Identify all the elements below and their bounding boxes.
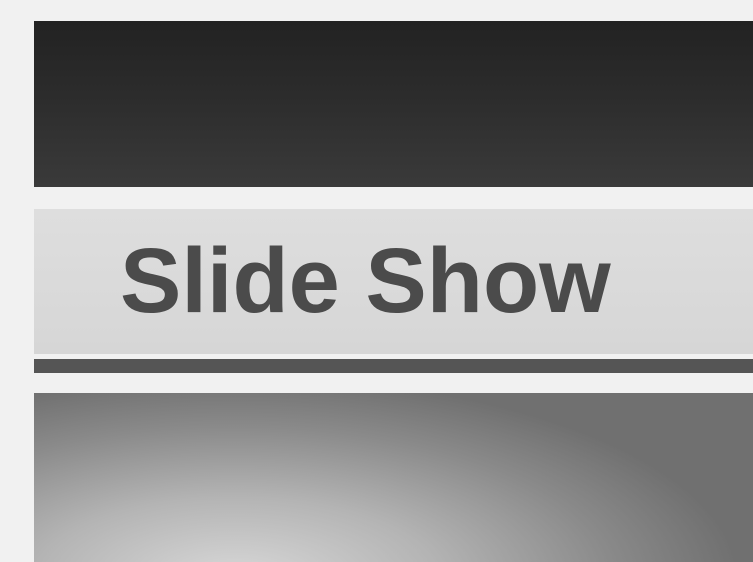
- menu-item-slide-show[interactable]: Slide Show: [34, 209, 753, 354]
- osd-screen: Slide Show: [0, 0, 753, 562]
- divider: [34, 359, 753, 373]
- preview-panel: [34, 393, 753, 562]
- menu-item-label: Slide Show: [120, 230, 611, 332]
- header-bar: [34, 21, 753, 187]
